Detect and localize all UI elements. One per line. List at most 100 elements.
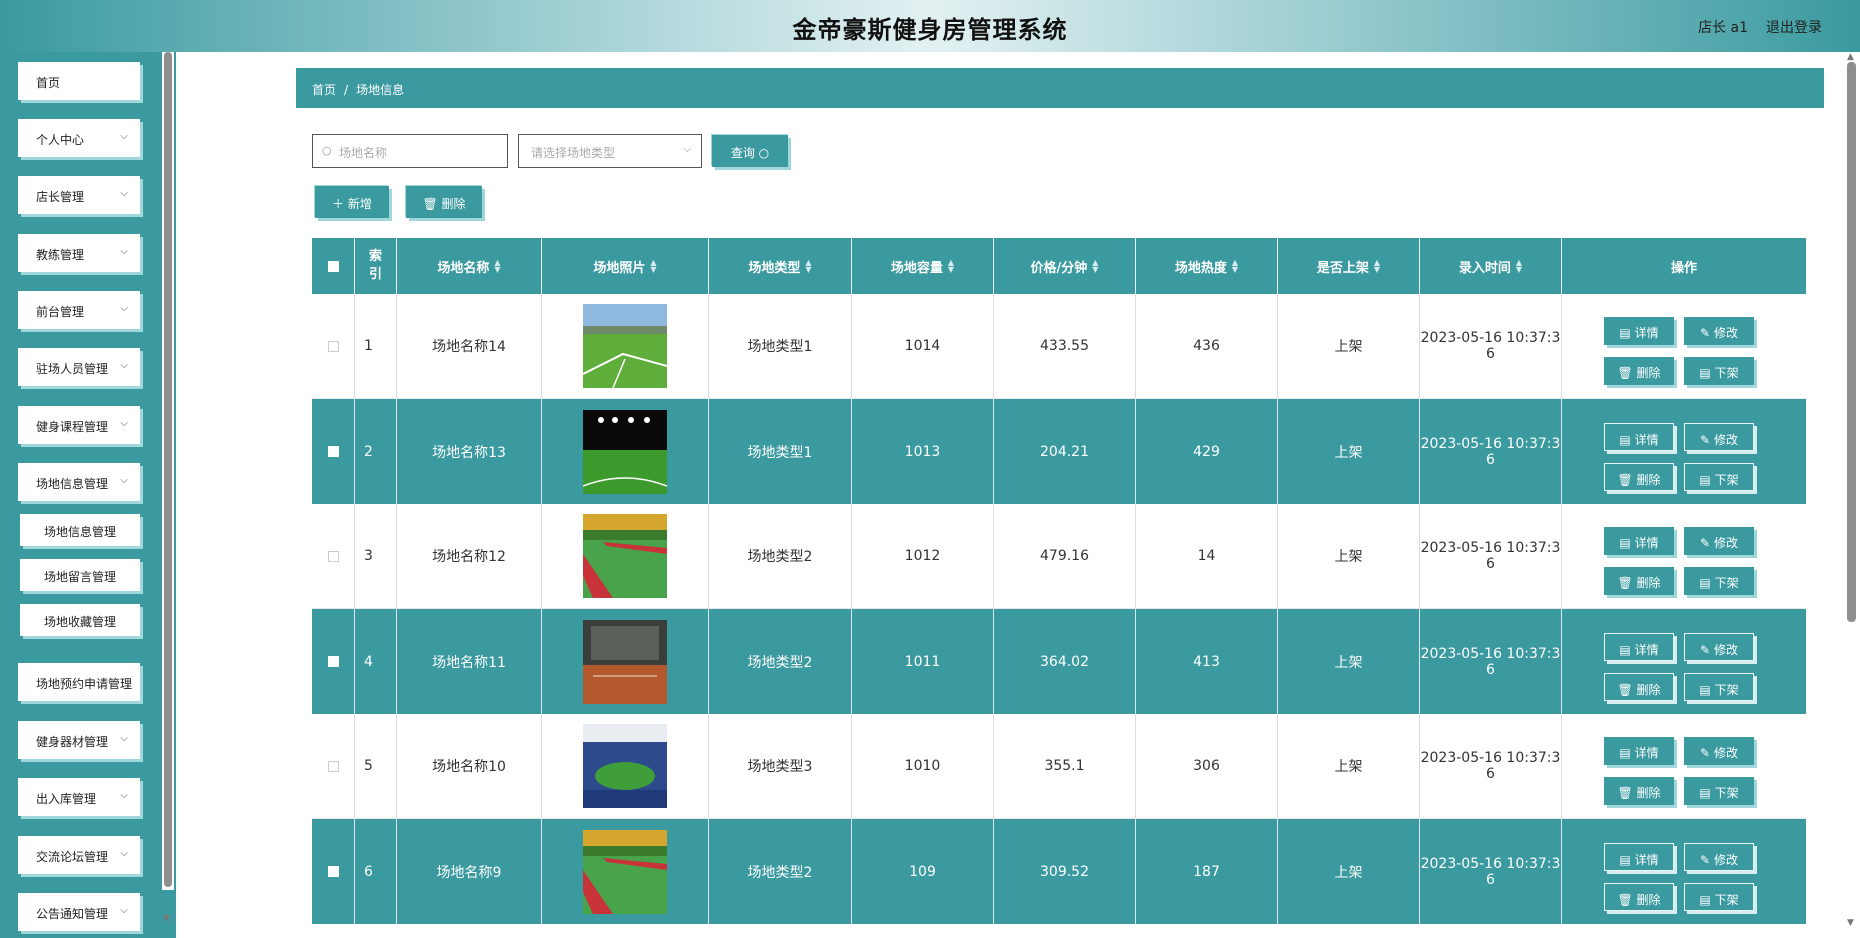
sidebar-subitem-venue-info[interactable]: 场地信息管理 bbox=[20, 514, 140, 546]
edit-button[interactable]: ✎ 修改 bbox=[1684, 422, 1754, 451]
sidebar-item-coaches[interactable]: 教练管理 ⌵ bbox=[18, 234, 140, 272]
sidebar-item-reservations[interactable]: 场地预约申请管理 bbox=[18, 663, 140, 701]
column-header-photo[interactable]: 场地照片 ▲ ▼ bbox=[542, 238, 709, 294]
detail-button[interactable]: ▤ 详情 bbox=[1604, 422, 1674, 451]
column-header-actions: 操作 bbox=[1670, 260, 1697, 276]
scroll-down-arrow-icon[interactable]: ▼ bbox=[1847, 918, 1854, 928]
sidebar-menu: 首页 个人中心 ⌵ 店长管理 ⌵ 教练管理 ⌵ 前台管理 ⌵ 驻场人员管理 ⌵ 健身课程管… bbox=[0, 52, 160, 938]
sort-icon[interactable]: ▲ ▼ bbox=[1374, 259, 1380, 274]
row-name: 场地名称11 bbox=[432, 654, 506, 671]
sidebar-subitem-venue-favorites[interactable]: 场地收藏管理 bbox=[20, 604, 140, 636]
row-checkbox[interactable] bbox=[327, 866, 339, 877]
query-button[interactable]: 查询 ○ bbox=[712, 135, 788, 167]
document-icon: ▤ bbox=[1699, 366, 1711, 380]
delete-button[interactable]: 🗑 删除 bbox=[1604, 777, 1674, 805]
row-actions: ▤ 详情 ✎ 修改 🗑 删除 ▤ 下架 bbox=[1604, 516, 1764, 596]
sort-icon[interactable]: ▲ ▼ bbox=[494, 259, 500, 274]
sidebar-scrollbar[interactable]: ▼ bbox=[162, 52, 174, 924]
sidebar-item-home[interactable]: 首页 bbox=[18, 62, 140, 100]
sidebar-item-profile[interactable]: 个人中心 ⌵ bbox=[18, 119, 140, 157]
sidebar-item-managers[interactable]: 店长管理 ⌵ bbox=[18, 176, 140, 214]
sidebar-item-equipment[interactable]: 健身器材管理 ⌵ bbox=[18, 721, 140, 759]
venue-photo[interactable] bbox=[583, 724, 667, 808]
bulk-delete-button[interactable]: 🗑 删除 bbox=[406, 186, 482, 218]
sidebar-item-inventory[interactable]: 出入库管理 ⌵ bbox=[18, 778, 140, 816]
edit-button[interactable]: ✎ 修改 bbox=[1684, 527, 1754, 555]
venue-type-select[interactable]: 请选择场地类型 ⌵ bbox=[518, 134, 702, 168]
logout-link[interactable]: 退出登录 bbox=[1766, 17, 1822, 37]
sidebar-item-staff[interactable]: 驻场人员管理 ⌵ bbox=[18, 348, 140, 386]
trash-icon: 🗑 bbox=[1617, 472, 1633, 487]
edit-button[interactable]: ✎ 修改 bbox=[1684, 632, 1754, 661]
sidebar-item-front-desk[interactable]: 前台管理 ⌵ bbox=[18, 291, 140, 329]
column-header-status[interactable]: 是否上架 ▲ ▼ bbox=[1278, 238, 1420, 294]
select-all-checkbox[interactable] bbox=[327, 260, 339, 272]
sort-icon[interactable]: ▲ ▼ bbox=[1092, 259, 1098, 274]
detail-button[interactable]: ▤ 详情 bbox=[1604, 632, 1674, 661]
column-header-heat[interactable]: 场地热度 ▲ ▼ bbox=[1136, 238, 1278, 294]
cell-price: 309.52 bbox=[994, 819, 1136, 924]
venue-photo[interactable] bbox=[583, 304, 667, 388]
detail-button[interactable]: ▤ 详情 bbox=[1604, 317, 1674, 345]
venue-name-search-input[interactable]: ○ 场地名称 bbox=[312, 134, 508, 168]
edit-button[interactable]: ✎ 修改 bbox=[1684, 317, 1754, 345]
edit-button[interactable]: ✎ 修改 bbox=[1684, 737, 1754, 765]
row-checkbox[interactable] bbox=[327, 340, 339, 352]
sort-icon[interactable]: ▲ ▼ bbox=[650, 259, 656, 274]
venue-photo[interactable] bbox=[583, 514, 667, 598]
row-checkbox[interactable] bbox=[327, 550, 339, 562]
cell-price: 364.02 bbox=[994, 609, 1136, 714]
cell-name: 场地名称11 bbox=[397, 609, 542, 714]
detail-button[interactable]: ▤ 详情 bbox=[1604, 737, 1674, 765]
breadcrumb-home[interactable]: 首页 bbox=[312, 83, 336, 97]
sidebar-item-courses[interactable]: 健身课程管理 ⌵ bbox=[18, 406, 140, 444]
sort-icon[interactable]: ▲ ▼ bbox=[805, 259, 811, 274]
scrollbar-thumb[interactable] bbox=[164, 52, 172, 887]
delete-button[interactable]: 🗑 删除 bbox=[1604, 567, 1674, 595]
delete-button[interactable]: 🗑 删除 bbox=[1604, 357, 1674, 385]
delete-button[interactable]: 🗑 删除 bbox=[1604, 882, 1674, 911]
sidebar-item-label: 首页 bbox=[36, 76, 61, 90]
pencil-icon: ✎ bbox=[1700, 852, 1711, 867]
venue-photo[interactable] bbox=[583, 830, 667, 914]
column-header-type[interactable]: 场地类型 ▲ ▼ bbox=[709, 238, 852, 294]
column-header-name[interactable]: 场地名称 ▲ ▼ bbox=[397, 238, 542, 294]
row-checkbox[interactable] bbox=[327, 760, 339, 772]
unpublish-button[interactable]: ▤ 下架 bbox=[1684, 357, 1754, 385]
cell-time: 2023-05-16 10:37:3 6 bbox=[1420, 504, 1562, 608]
sidebar-item-notices[interactable]: 公告通知管理 ⌵ bbox=[18, 893, 140, 931]
table-header-row: 索引 场地名称 ▲ ▼ 场地照片 ▲ ▼ 场地类型 ▲ ▼ 场地容量 ▲ ▼ 价格/分钟 ▲ ▼ 场… bbox=[312, 238, 1806, 294]
unpublish-button[interactable]: ▤ 下架 bbox=[1684, 882, 1754, 911]
venue-photo[interactable] bbox=[583, 620, 667, 704]
scroll-down-arrow-icon[interactable]: ▼ bbox=[163, 914, 170, 924]
scrollbar-thumb[interactable] bbox=[1847, 62, 1856, 622]
venue-photo[interactable] bbox=[583, 410, 667, 494]
main-scrollbar[interactable]: ▲ ▼ bbox=[1843, 52, 1860, 938]
unpublish-button[interactable]: ▤ 下架 bbox=[1684, 777, 1754, 805]
row-status: 上架 bbox=[1334, 549, 1363, 565]
row-checkbox[interactable] bbox=[327, 656, 339, 667]
row-status: 上架 bbox=[1334, 759, 1363, 775]
sort-icon[interactable]: ▲ ▼ bbox=[948, 259, 954, 274]
row-checkbox[interactable] bbox=[327, 446, 339, 457]
cell-status: 上架 bbox=[1278, 504, 1420, 608]
sort-icon[interactable]: ▲ ▼ bbox=[1232, 259, 1238, 274]
sidebar-item-forum[interactable]: 交流论坛管理 ⌵ bbox=[18, 836, 140, 874]
sort-icon[interactable]: ▲ ▼ bbox=[1516, 259, 1522, 274]
sidebar-item-venues[interactable]: 场地信息管理 ⌵ bbox=[18, 463, 140, 501]
edit-button[interactable]: ✎ 修改 bbox=[1684, 842, 1754, 871]
detail-button[interactable]: ▤ 详情 bbox=[1604, 527, 1674, 555]
sidebar-subitem-venue-messages[interactable]: 场地留言管理 bbox=[20, 559, 140, 591]
column-header-price[interactable]: 价格/分钟 ▲ ▼ bbox=[994, 238, 1136, 294]
column-header-capacity[interactable]: 场地容量 ▲ ▼ bbox=[852, 238, 994, 294]
unpublish-button[interactable]: ▤ 下架 bbox=[1684, 462, 1754, 491]
detail-button[interactable]: ▤ 详情 bbox=[1604, 842, 1674, 871]
unpublish-button[interactable]: ▤ 下架 bbox=[1684, 567, 1754, 595]
unpublish-button[interactable]: ▤ 下架 bbox=[1684, 672, 1754, 701]
delete-button[interactable]: 🗑 删除 bbox=[1604, 462, 1674, 491]
scroll-up-arrow-icon[interactable]: ▲ bbox=[1847, 52, 1854, 62]
breadcrumb: 首页 / 场地信息 bbox=[296, 68, 1824, 108]
add-button[interactable]: ＋ 新增 bbox=[315, 186, 389, 218]
delete-button[interactable]: 🗑 删除 bbox=[1604, 672, 1674, 701]
column-header-time[interactable]: 录入时间 ▲ ▼ bbox=[1420, 238, 1562, 294]
